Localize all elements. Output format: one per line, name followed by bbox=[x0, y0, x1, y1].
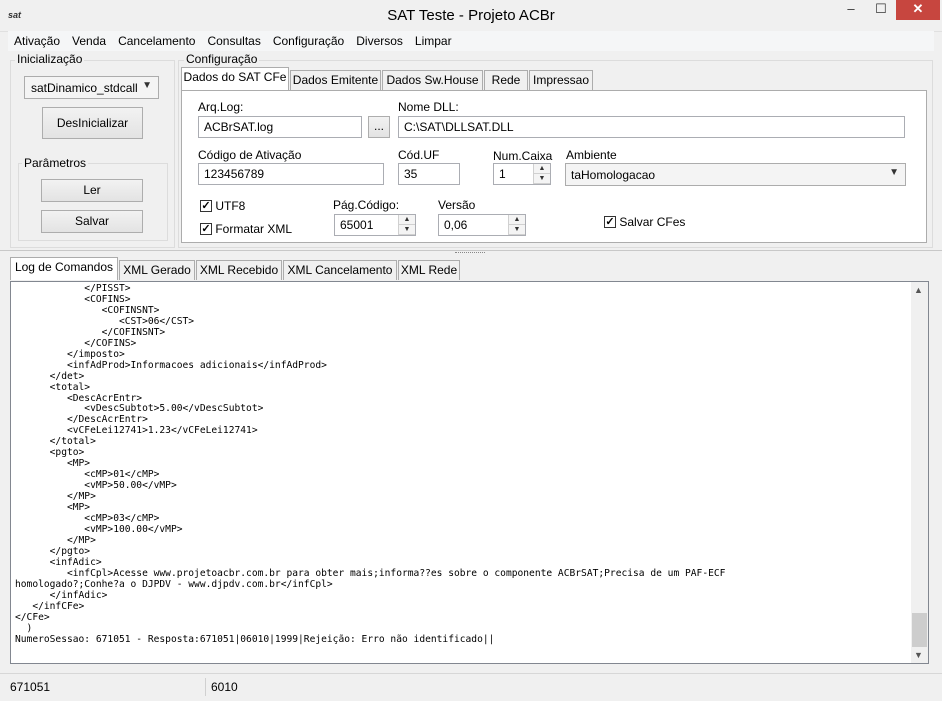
menu-venda[interactable]: Venda bbox=[66, 31, 112, 51]
up-arrow-icon[interactable]: ▲ bbox=[534, 164, 550, 174]
tab-impressao[interactable]: Impressao bbox=[529, 70, 593, 90]
formatar-xml-checkbox[interactable]: ✓ Formatar XML bbox=[200, 221, 292, 236]
down-arrow-icon[interactable]: ▼ bbox=[534, 174, 550, 184]
menu-cancelamento[interactable]: Cancelamento bbox=[112, 31, 201, 51]
log-tab-strip: Log de Comandos XML Gerado XML Recebido … bbox=[10, 257, 929, 281]
numcaixa-spinner[interactable]: 1 ▲ ▼ bbox=[493, 163, 551, 185]
chevron-down-icon: ▼ bbox=[142, 80, 152, 91]
numcaixa-label: Num.Caixa bbox=[493, 149, 553, 163]
versao-value: 0,06 bbox=[444, 218, 468, 232]
menu-bar: Ativação Venda Cancelamento Consultas Config… bbox=[8, 31, 934, 51]
splitter[interactable] bbox=[0, 250, 942, 255]
parametros-label: Parâmetros bbox=[22, 156, 89, 170]
grip-icon bbox=[455, 252, 485, 253]
versao-spinner[interactable]: 0,06 ▲ ▼ bbox=[438, 214, 526, 236]
utf8-checkbox[interactable]: ✓ UTF8 bbox=[200, 198, 245, 213]
browse-button[interactable]: ... bbox=[368, 116, 390, 138]
chevron-down-icon: ▼ bbox=[889, 167, 899, 178]
formatar-xml-label: Formatar XML bbox=[215, 221, 293, 236]
tab-rede[interactable]: Rede bbox=[484, 70, 528, 90]
pagcodigo-value: 65001 bbox=[340, 218, 374, 232]
salvar-cfes-checkbox[interactable]: ✓ Salvar CFes bbox=[604, 214, 685, 229]
log-textarea[interactable]: </PISST> <COFINS> <COFINSNT> <CST>06</CS… bbox=[10, 281, 929, 664]
title-bar: sat SAT Teste - Projeto ACBr – ☐ ✕ bbox=[0, 0, 942, 32]
menu-diversos[interactable]: Diversos bbox=[350, 31, 409, 51]
config-tab-strip: Dados do SAT CFe Dados Emitente Dados Sw… bbox=[181, 67, 927, 90]
menu-consultas[interactable]: Consultas bbox=[201, 31, 266, 51]
maximize-button[interactable]: ☐ bbox=[866, 0, 896, 20]
pagcodigo-spinner[interactable]: 65001 ▲ ▼ bbox=[334, 214, 416, 236]
pagcodigo-label: Pág.Código: bbox=[333, 198, 400, 212]
numcaixa-value: 1 bbox=[499, 167, 506, 181]
inicializacao-label: Inicialização bbox=[15, 52, 85, 66]
down-arrow-icon[interactable]: ▼ bbox=[399, 225, 415, 235]
scroll-up-icon[interactable]: ▲ bbox=[914, 285, 923, 295]
checkmark-icon: ✓ bbox=[604, 215, 616, 228]
tab-dados-sw-house[interactable]: Dados Sw.House bbox=[382, 70, 483, 90]
tab-xml-cancelamento[interactable]: XML Cancelamento bbox=[283, 260, 397, 280]
codigo-ativacao-label: Código de Ativação bbox=[198, 148, 302, 162]
close-button[interactable]: ✕ bbox=[896, 0, 940, 20]
arqlog-label: Arq.Log: bbox=[198, 100, 244, 114]
minimize-button[interactable]: – bbox=[836, 0, 866, 20]
window-title: SAT Teste - Projeto ACBr bbox=[387, 7, 555, 24]
nomedll-input[interactable]: C:\SAT\DLLSAT.DLL bbox=[398, 116, 905, 138]
log-text: </PISST> <COFINS> <COFINSNT> <CST>06</CS… bbox=[15, 283, 726, 645]
status-sessao: 671051 bbox=[6, 678, 206, 696]
ambiente-combo-value: taHomologacao bbox=[571, 168, 656, 182]
codigo-ativacao-input[interactable]: 123456789 bbox=[198, 163, 384, 185]
versao-label: Versão bbox=[438, 198, 476, 212]
down-arrow-icon[interactable]: ▼ bbox=[509, 225, 525, 235]
ambiente-label: Ambiente bbox=[566, 148, 617, 162]
ambiente-combo[interactable]: taHomologacao ▼ bbox=[565, 163, 906, 186]
library-combo-value: satDinamico_stdcall bbox=[31, 81, 138, 95]
tab-dados-emitente[interactable]: Dados Emitente bbox=[290, 70, 381, 90]
coduf-input[interactable]: 35 bbox=[398, 163, 460, 185]
configuracao-label: Configuração bbox=[184, 52, 260, 66]
checkmark-icon: ✓ bbox=[200, 222, 212, 235]
menu-ativacao[interactable]: Ativação bbox=[8, 31, 66, 51]
scroll-down-icon[interactable]: ▼ bbox=[914, 650, 923, 660]
vertical-scrollbar[interactable]: ▲ ▼ bbox=[911, 282, 928, 663]
coduf-label: Cód.UF bbox=[398, 148, 440, 162]
menu-configuracao[interactable]: Configuração bbox=[267, 31, 350, 51]
salvar-cfes-label: Salvar CFes bbox=[619, 214, 686, 229]
up-arrow-icon[interactable]: ▲ bbox=[399, 215, 415, 225]
library-combo[interactable]: satDinamico_stdcall ▼ bbox=[24, 76, 159, 99]
checkmark-icon: ✓ bbox=[200, 199, 212, 212]
salvar-button[interactable]: Salvar bbox=[41, 210, 143, 233]
up-arrow-icon[interactable]: ▲ bbox=[509, 215, 525, 225]
arqlog-input[interactable]: ACBrSAT.log bbox=[198, 116, 362, 138]
status-codigo: 6010 bbox=[211, 680, 238, 694]
menu-limpar[interactable]: Limpar bbox=[409, 31, 458, 51]
status-bar: 671051 6010 bbox=[0, 673, 942, 701]
ler-button[interactable]: Ler bbox=[41, 179, 143, 202]
tab-xml-gerado[interactable]: XML Gerado bbox=[119, 260, 195, 280]
tab-log-comandos[interactable]: Log de Comandos bbox=[10, 257, 118, 280]
tab-xml-recebido[interactable]: XML Recebido bbox=[196, 260, 282, 280]
tab-dados-sat-cfe[interactable]: Dados do SAT CFe bbox=[181, 67, 289, 90]
scroll-thumb[interactable] bbox=[912, 613, 927, 647]
tab-xml-rede[interactable]: XML Rede bbox=[398, 260, 460, 280]
nomedll-label: Nome DLL: bbox=[398, 100, 459, 114]
utf8-label: UTF8 bbox=[215, 198, 246, 213]
desinicializar-button[interactable]: DesInicializar bbox=[42, 107, 143, 139]
